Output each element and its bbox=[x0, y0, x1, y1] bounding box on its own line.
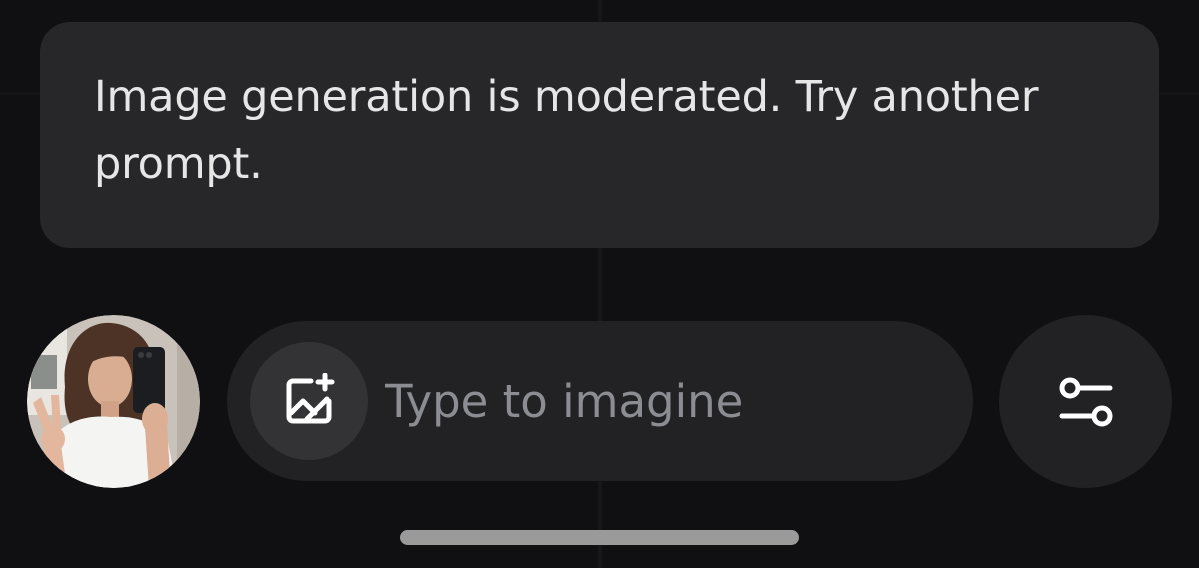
home-indicator[interactable] bbox=[400, 530, 799, 545]
sliders-toggle-icon bbox=[1059, 377, 1112, 426]
settings-button[interactable] bbox=[999, 315, 1172, 488]
prompt-input[interactable] bbox=[385, 361, 945, 441]
user-selfie-photo bbox=[27, 315, 200, 488]
image-plus-icon bbox=[286, 373, 335, 424]
moderation-toast: Image generation is moderated. Try anoth… bbox=[40, 22, 1159, 248]
toast-message: Image generation is moderated. Try anoth… bbox=[94, 71, 1039, 190]
add-image-button[interactable] bbox=[250, 342, 368, 460]
avatar[interactable] bbox=[27, 315, 200, 488]
prompt-bar bbox=[227, 321, 973, 481]
